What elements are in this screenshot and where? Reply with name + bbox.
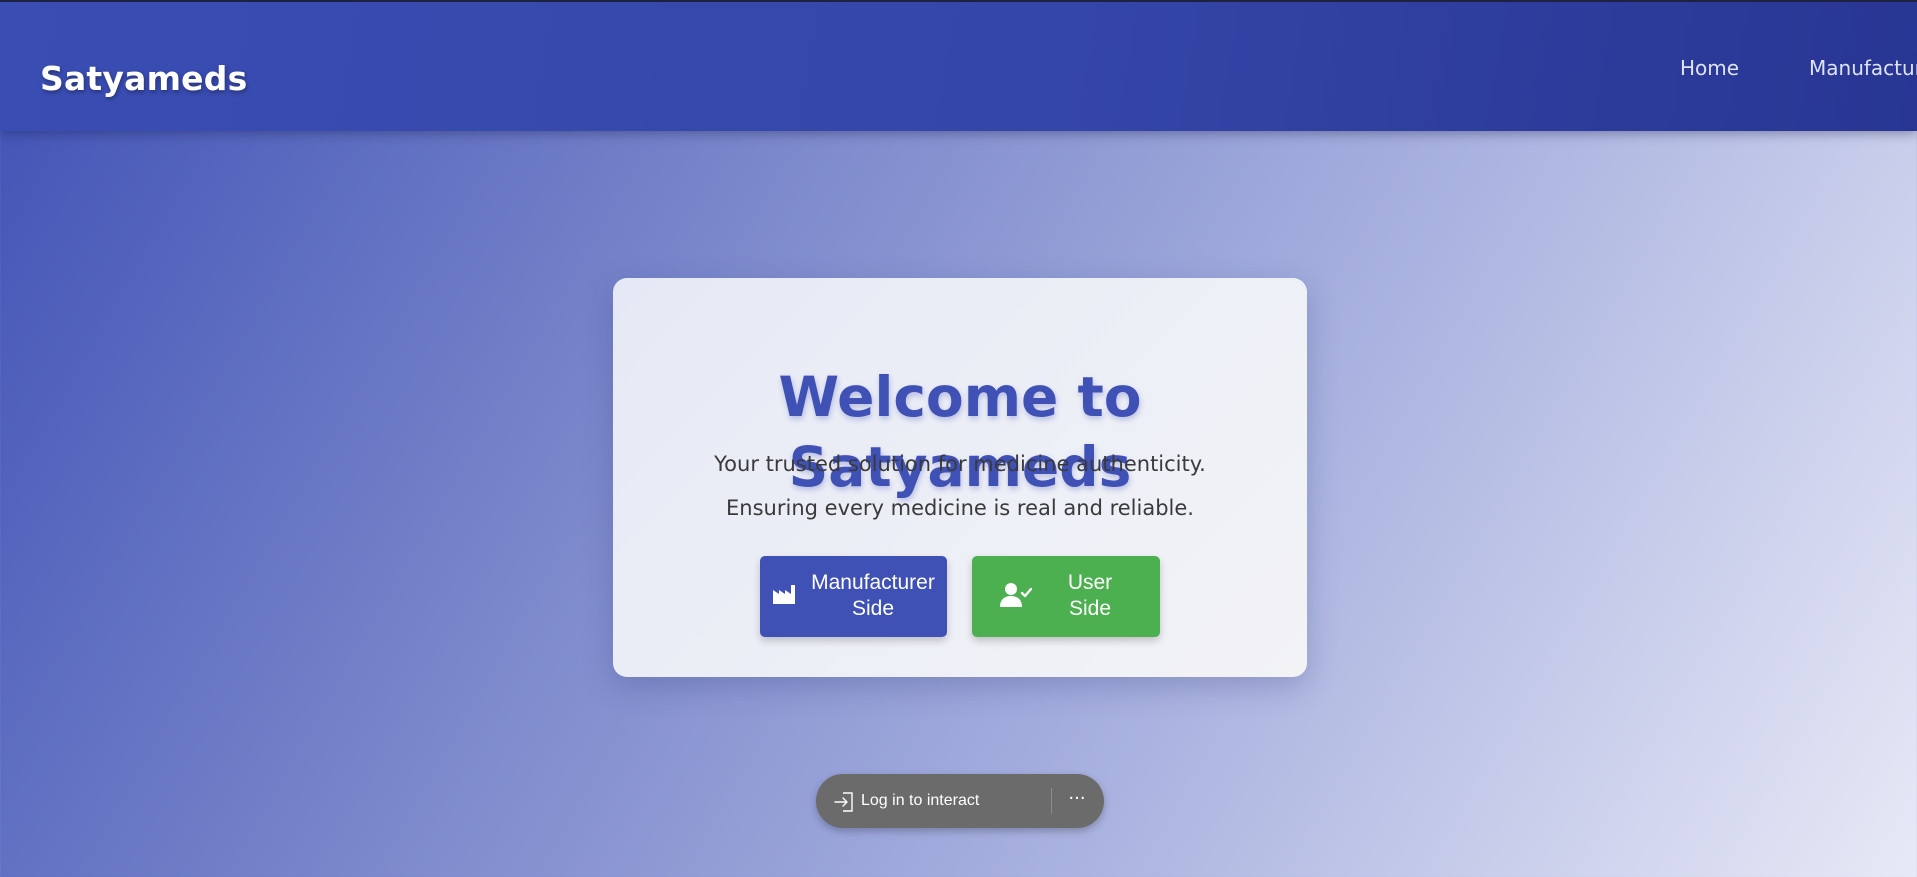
factory-icon	[772, 583, 796, 612]
nav-manufacturer-link[interactable]: Manufacturer	[1809, 56, 1917, 80]
brand-logo[interactable]: Satyameds	[40, 59, 247, 98]
login-overlay-bar: Log in to interact ···	[816, 774, 1104, 828]
navbar: Satyameds Home Manufacturer	[0, 2, 1917, 131]
tagline-secondary: Ensuring every medicine is real and reli…	[726, 496, 1194, 520]
tagline-primary: Your trusted solution for medicine authe…	[714, 452, 1206, 476]
manufacturer-side-button[interactable]: Manufacturer Side	[760, 556, 947, 637]
sign-in-icon	[834, 792, 854, 820]
login-label: Log in to interact	[861, 792, 980, 809]
user-side-label: User Side	[1067, 571, 1113, 620]
page-title: Welcome to Satyameds	[778, 365, 1142, 499]
nav-home-link[interactable]: Home	[1680, 56, 1739, 80]
manufacturer-side-label: Manufacturer Side	[811, 571, 935, 620]
user-side-button[interactable]: User Side	[972, 556, 1160, 637]
overlay-divider	[1051, 788, 1052, 814]
more-options-button[interactable]: ···	[1062, 786, 1092, 816]
user-check-icon	[1000, 582, 1033, 615]
